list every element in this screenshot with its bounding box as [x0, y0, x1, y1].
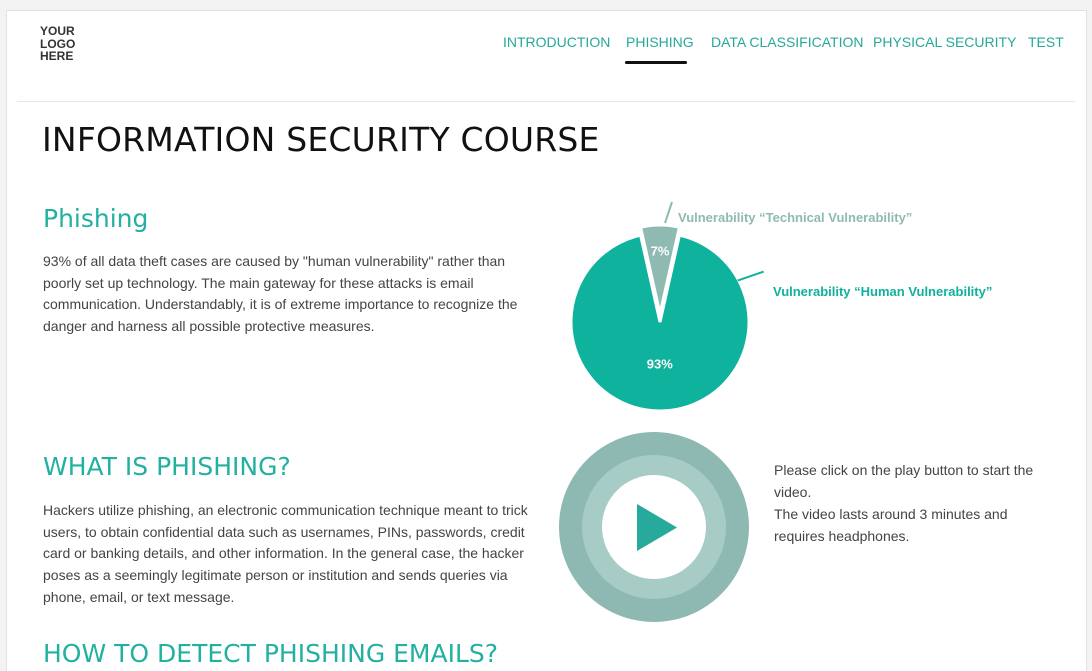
page-title: INFORMATION SECURITY COURSE — [42, 120, 600, 159]
pie-value-label-technical: 7% — [651, 244, 670, 259]
active-tab-indicator — [625, 61, 687, 64]
phishing-heading: Phishing — [43, 204, 149, 233]
what-is-phishing-paragraph: Hackers utilize phishing, an electronic … — [43, 502, 528, 605]
callout-label-technical: Vulnerability “Technical Vulnerability” — [678, 210, 912, 225]
nav-item-physical-security[interactable]: PHYSICAL SECURITY — [873, 34, 1016, 50]
nav-item-phishing[interactable]: PHISHING — [626, 34, 694, 50]
logo-line: YOUR — [40, 24, 75, 38]
logo-line: HERE — [40, 49, 74, 63]
page-frame: YOUR LOGO HERE INTRODUCTION PHISHING DAT… — [6, 10, 1087, 671]
nav-item-introduction[interactable]: INTRODUCTION — [503, 34, 610, 50]
video-instructions: Please click on the play button to start… — [774, 459, 1044, 547]
what-is-phishing-heading: WHAT IS PHISHING? — [43, 452, 291, 481]
header-divider — [17, 101, 1075, 102]
pie-value-label-human: 93% — [647, 357, 673, 372]
video-play-button[interactable] — [557, 431, 751, 625]
detect-phishing-heading: HOW TO DETECT PHISHING EMAILS? — [43, 639, 499, 668]
video-duration-line: The video lasts around 3 minutes and req… — [774, 506, 1008, 544]
logo[interactable]: YOUR LOGO HERE — [40, 25, 75, 63]
callout-line-human — [737, 270, 764, 282]
phishing-paragraph: 93% of all data theft cases are caused b… — [43, 253, 518, 335]
callout-label-human: Vulnerability “Human Vulnerability” — [773, 284, 992, 299]
vulnerability-pie-chart: 7% 93% Vulnerability “Technical Vulnerabi… — [569, 201, 992, 413]
callout-line-technical — [664, 201, 673, 224]
nav-item-test[interactable]: TEST — [1028, 34, 1064, 50]
video-instructions-line: Please click on the play button to start… — [774, 462, 1034, 500]
nav-item-data-classification[interactable]: DATA CLASSIFICATION — [711, 34, 863, 50]
